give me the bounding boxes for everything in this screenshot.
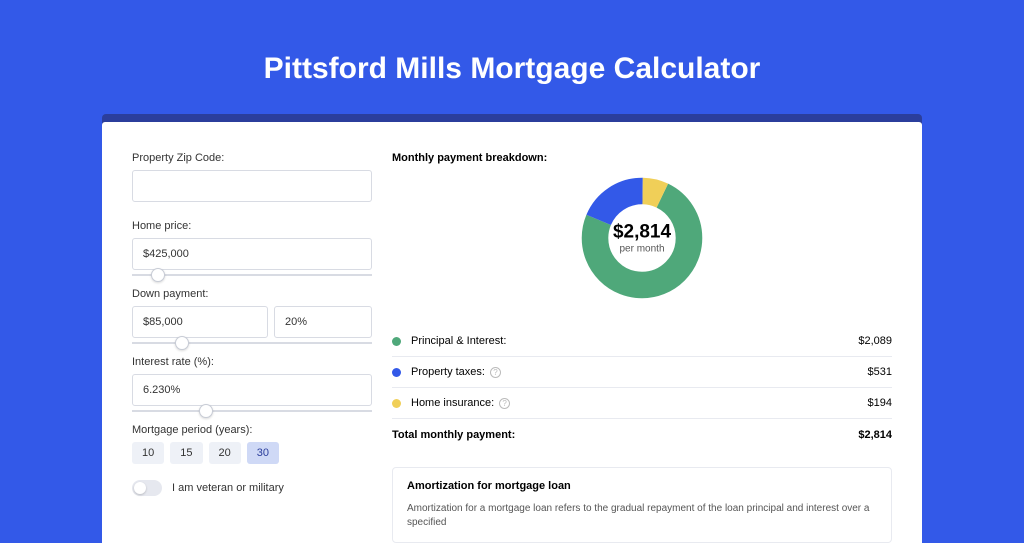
down-payment-field: Down payment: $85,000 20%	[132, 288, 372, 338]
donut-sub: per month	[613, 244, 671, 255]
amortization-title: Amortization for mortgage loan	[407, 480, 877, 492]
veteran-toggle-row: I am veteran or military	[132, 480, 372, 496]
veteran-toggle-knob	[134, 482, 146, 494]
down-payment-amount-input[interactable]: $85,000	[132, 306, 268, 338]
dot-taxes	[392, 368, 401, 377]
breakdown-row-label: Home insurance: ?	[411, 397, 868, 409]
total-label: Total monthly payment:	[392, 429, 858, 441]
breakdown-row-taxes: Property taxes: ? $531	[392, 356, 892, 387]
mortgage-period-options: 10 15 20 30	[132, 442, 372, 464]
amortization-card: Amortization for mortgage loan Amortizat…	[392, 467, 892, 543]
home-price-label: Home price:	[132, 220, 372, 232]
period-option-10[interactable]: 10	[132, 442, 164, 464]
home-price-slider-thumb[interactable]	[151, 268, 165, 282]
donut-center: $2,814 per month	[613, 222, 671, 255]
down-payment-label: Down payment:	[132, 288, 372, 300]
page-title: Pittsford Mills Mortgage Calculator	[0, 0, 1024, 114]
breakdown-row-value: $531	[868, 366, 892, 378]
input-panel: Property Zip Code: Home price: $425,000 …	[132, 152, 372, 543]
veteran-toggle[interactable]	[132, 480, 162, 496]
zip-label: Property Zip Code:	[132, 152, 372, 164]
donut-chart: $2,814 per month	[392, 176, 892, 300]
home-price-slider[interactable]	[132, 274, 372, 276]
label-text: Property taxes:	[411, 366, 485, 378]
donut-amount: $2,814	[613, 222, 671, 244]
interest-rate-slider[interactable]	[132, 410, 372, 412]
breakdown-rows: Principal & Interest: $2,089 Property ta…	[392, 326, 892, 451]
breakdown-total-row: Total monthly payment: $2,814	[392, 418, 892, 451]
calculator-card-outer: Property Zip Code: Home price: $425,000 …	[102, 114, 922, 543]
breakdown-row-value: $2,089	[858, 335, 892, 347]
home-price-input[interactable]: $425,000	[132, 238, 372, 270]
info-icon[interactable]: ?	[499, 398, 510, 409]
dot-principal	[392, 337, 401, 346]
period-option-15[interactable]: 15	[170, 442, 202, 464]
breakdown-row-label: Principal & Interest:	[411, 335, 858, 347]
interest-rate-label: Interest rate (%):	[132, 356, 372, 368]
interest-rate-field: Interest rate (%): 6.230%	[132, 356, 372, 406]
label-text: Home insurance:	[411, 397, 494, 409]
breakdown-title: Monthly payment breakdown:	[392, 152, 892, 164]
breakdown-row-value: $194	[868, 397, 892, 409]
total-value: $2,814	[858, 429, 892, 441]
down-payment-pct-input[interactable]: 20%	[274, 306, 372, 338]
mortgage-period-label: Mortgage period (years):	[132, 424, 372, 436]
interest-rate-slider-thumb[interactable]	[199, 404, 213, 418]
interest-rate-input[interactable]: 6.230%	[132, 374, 372, 406]
dot-insurance	[392, 399, 401, 408]
period-option-30[interactable]: 30	[247, 442, 279, 464]
amortization-body: Amortization for a mortgage loan refers …	[407, 502, 877, 530]
home-price-field: Home price: $425,000	[132, 220, 372, 270]
breakdown-panel: Monthly payment breakdown: $2,814 per mo…	[392, 152, 892, 543]
breakdown-row-principal: Principal & Interest: $2,089	[392, 326, 892, 356]
info-icon[interactable]: ?	[490, 367, 501, 378]
label-text: Principal & Interest:	[411, 335, 506, 347]
period-option-20[interactable]: 20	[209, 442, 241, 464]
zip-field: Property Zip Code:	[132, 152, 372, 202]
down-payment-slider[interactable]	[132, 342, 372, 344]
breakdown-row-insurance: Home insurance: ? $194	[392, 387, 892, 418]
zip-input[interactable]	[132, 170, 372, 202]
calculator-card: Property Zip Code: Home price: $425,000 …	[102, 122, 922, 543]
breakdown-row-label: Property taxes: ?	[411, 366, 868, 378]
down-payment-slider-thumb[interactable]	[175, 336, 189, 350]
veteran-toggle-label: I am veteran or military	[172, 482, 284, 494]
mortgage-period-field: Mortgage period (years): 10 15 20 30	[132, 424, 372, 464]
